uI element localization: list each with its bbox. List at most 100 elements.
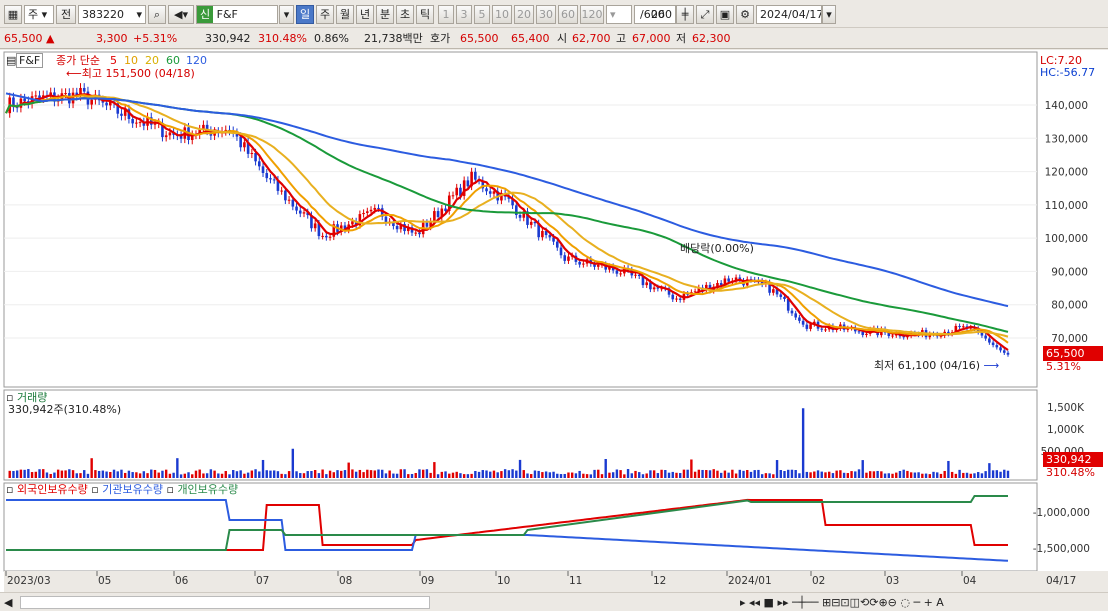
stock-dropdown-button[interactable]: ▾ [279,5,294,24]
prev-button[interactable]: 전 [56,5,76,24]
volume-bar [161,470,164,478]
volume-bar [842,472,846,478]
minute-120[interactable]: 120 [580,5,604,24]
candle-body [261,166,265,174]
candle-body [295,206,298,211]
tab-tick[interactable]: 틱 [416,5,434,24]
volume-bar [977,472,980,478]
scroll-left-icon[interactable]: ◀ [4,595,12,610]
bid-label: 호가 [430,32,451,45]
volume-bar [444,471,447,478]
candle-body [492,191,496,194]
volume-bar [261,459,265,478]
x-axis-label: 2024/01 [728,575,772,587]
volume-bar [604,459,607,478]
volume-bar [664,470,667,478]
tab-second[interactable]: 초 [396,5,414,24]
code-value: 383220 [82,8,124,21]
volume-bar [421,469,425,478]
layout-icon[interactable]: ▦ [4,5,22,24]
minute-20[interactable]: 20 [514,5,534,24]
candle-icon[interactable]: ╪ [676,5,694,24]
volume-bar [336,470,339,478]
candle-body [783,296,786,299]
candle-body [257,161,261,167]
scroll-controls[interactable]: ▸ ◂◂ ■ ▸▸ ─┼── ⊞⊟⊡◫⟲⟳⊕⊖ ◌ ─ + A [740,595,944,610]
volume-bar [839,470,842,478]
volume-bar [83,470,86,478]
volume-bar [116,471,119,478]
volume-bar [343,470,347,478]
volume-bar [470,473,473,478]
speaker-icon[interactable]: ◀▾ [168,5,194,24]
volume-bar [306,471,309,478]
candle-body [451,195,455,197]
volume-bar [764,473,768,478]
code-input[interactable]: 383220 ▾ [78,5,146,24]
volume-bar [373,470,376,478]
volume-bar [857,469,861,478]
candle-body [269,178,272,180]
panel-menu-icon[interactable]: ▤ [6,53,16,68]
minute-3[interactable]: 3 [456,5,472,24]
quote-bid: 65,400 [511,32,550,45]
tab-minute[interactable]: 분 [376,5,394,24]
volume-bar [1006,470,1010,478]
chart-area[interactable]: 140,000 130,000 120,000 110,000 100,000 90,00… [0,50,1108,592]
volume-bar [846,473,850,478]
volume-bar [746,469,749,478]
tab-week[interactable]: 주 [316,5,334,24]
volume-bar [448,473,451,478]
volume-bar [775,460,779,478]
volume-bar [30,472,34,478]
candle-body [805,324,809,329]
gear-icon[interactable]: ⚙ [736,5,754,24]
chart-canvas[interactable]: 140,000 130,000 120,000 110,000 100,000 90,00… [0,50,1108,592]
save-icon[interactable]: ▣ [716,5,734,24]
market-select[interactable]: 주 ▾ [24,5,54,24]
volume-bar [42,469,45,478]
volume-bar [991,470,995,478]
search-icon[interactable]: ⌕ [148,5,166,24]
volume-bar [332,472,335,478]
volume-bar [220,473,224,478]
volume-bar [105,471,108,478]
tab-year[interactable]: 년 [356,5,374,24]
tab-day[interactable]: 일 [296,5,314,24]
bottom-scrollbar[interactable]: ◀ ▸ ◂◂ ■ ▸▸ ─┼── ⊞⊟⊡◫⟲⟳⊕⊖ ◌ ─ + A [0,592,1108,611]
volume-bar [354,471,358,478]
volume-bar [742,470,745,478]
minute-30[interactable]: 30 [536,5,556,24]
scroll-thumb[interactable] [20,596,430,609]
minute-5[interactable]: 5 [474,5,490,24]
chevron-down-icon: ▾ [136,8,142,21]
minute-10[interactable]: 10 [492,5,512,24]
candle-body [82,87,86,92]
stock-name-field[interactable]: 신 F&F [196,5,278,24]
volume-bar [690,459,693,478]
calendar-dropdown-icon[interactable]: ▾ [822,5,836,24]
volume-bar [727,472,730,478]
date-input[interactable]: 2024/04/17 [756,5,822,24]
tab-month[interactable]: 월 [336,5,354,24]
candle-body [991,342,995,346]
x-axis-label: 03 [886,575,899,587]
volume-bar [272,470,276,478]
volume-bar [563,473,566,478]
sector-badge: 신 [197,6,214,23]
crosshair-icon[interactable]: ⤢ [696,5,714,24]
volume-bar [809,472,812,478]
x-axis-band [4,571,1108,592]
volume-bar [94,470,97,478]
holding-legend: ▫ 외국인보유수량 ▫ 기관보유수량 ▫ 개인보유수량 [6,483,239,496]
volume-bar [716,470,719,478]
volume-bar [682,469,686,478]
minute-60[interactable]: 60 [558,5,578,24]
candle-body [321,235,324,237]
candle-body [675,298,678,300]
interval-select[interactable]: ▾ [606,5,632,24]
minute-1[interactable]: 1 [438,5,454,24]
volume-bar [347,462,350,478]
candle-body [1006,352,1010,355]
candle-body [120,113,123,116]
